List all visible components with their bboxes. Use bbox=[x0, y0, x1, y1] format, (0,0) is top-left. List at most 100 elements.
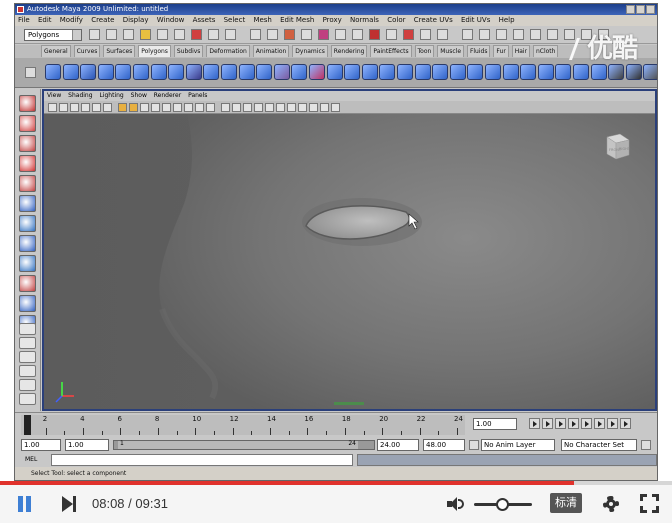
panel-toolbar-icon[interactable] bbox=[298, 103, 307, 112]
shelf-tool-icon[interactable] bbox=[168, 64, 185, 80]
next-icon[interactable] bbox=[60, 495, 78, 513]
maximize-button[interactable] bbox=[636, 5, 645, 14]
shelf-tool-icon[interactable] bbox=[221, 64, 237, 80]
status-line-tool-icon[interactable] bbox=[318, 29, 329, 40]
key-icon[interactable] bbox=[641, 440, 651, 450]
layout-preset-icon[interactable] bbox=[19, 337, 36, 349]
shelf-tool-icon[interactable] bbox=[62, 64, 79, 80]
status-line-tool-icon[interactable] bbox=[284, 29, 295, 40]
shelf-tool-icon[interactable] bbox=[150, 64, 167, 80]
status-line-tool-icon[interactable] bbox=[386, 29, 397, 40]
panel-toolbar-icon[interactable] bbox=[265, 103, 274, 112]
status-line-tool-icon[interactable] bbox=[420, 29, 431, 40]
layout-preset-icon[interactable] bbox=[19, 379, 36, 391]
shelf-tool-icon[interactable] bbox=[273, 64, 290, 80]
shelf-tab-fur[interactable]: Fur bbox=[493, 45, 509, 57]
anim-layer-dropdown[interactable]: No Anim Layer bbox=[481, 439, 555, 451]
panel-menu-lighting[interactable]: Lighting bbox=[99, 92, 123, 99]
panel-toolbar-icon[interactable] bbox=[254, 103, 263, 112]
status-line-tool-icon[interactable] bbox=[157, 29, 168, 40]
panel-toolbar-icon[interactable] bbox=[92, 103, 101, 112]
panel-menu-view[interactable]: View bbox=[47, 92, 61, 99]
volume-slider[interactable] bbox=[474, 498, 532, 511]
panel-toolbar-icon[interactable] bbox=[129, 103, 138, 112]
menu-normals[interactable]: Normals bbox=[350, 16, 379, 24]
status-line-tool-icon[interactable] bbox=[225, 29, 236, 40]
status-line-tool-icon[interactable] bbox=[530, 29, 541, 40]
status-line-tool-icon[interactable] bbox=[496, 29, 507, 40]
character-set-dropdown[interactable]: No Character Set bbox=[561, 439, 637, 451]
panel-toolbar-icon[interactable] bbox=[184, 103, 193, 112]
shelf-tool-icon[interactable] bbox=[361, 64, 378, 80]
panel-toolbar-icon[interactable] bbox=[103, 103, 112, 112]
panel-toolbar-icon[interactable] bbox=[331, 103, 340, 112]
panel-toolbar-icon[interactable] bbox=[206, 103, 215, 112]
shelf-tool-icon[interactable] bbox=[555, 64, 572, 80]
play-backwards-button[interactable] bbox=[568, 418, 579, 429]
panel-toolbar-icon[interactable] bbox=[243, 103, 252, 112]
menu-mesh[interactable]: Mesh bbox=[253, 16, 271, 24]
step-forward-key-button[interactable] bbox=[594, 418, 605, 429]
shelf-tool-icon[interactable] bbox=[397, 64, 413, 80]
panel-toolbar-icon[interactable] bbox=[221, 103, 230, 112]
shelf-tool-icon[interactable] bbox=[537, 64, 554, 80]
fullscreen-icon[interactable] bbox=[640, 494, 659, 513]
anim-prefs-icon[interactable] bbox=[469, 440, 479, 450]
shelf-tool-icon[interactable] bbox=[573, 64, 589, 80]
menu-file[interactable]: File bbox=[18, 16, 30, 24]
menu-window[interactable]: Window bbox=[157, 16, 185, 24]
go-to-end-button[interactable] bbox=[620, 418, 631, 429]
shelf-tab-curves[interactable]: Curves bbox=[73, 45, 101, 57]
shelf-tool-icon[interactable] bbox=[185, 64, 202, 80]
range-slider[interactable]: 1 24 bbox=[113, 440, 375, 450]
tool-box-icon[interactable] bbox=[19, 175, 36, 192]
panel-menu-show[interactable]: Show bbox=[131, 92, 147, 99]
shelf-tool-icon[interactable] bbox=[256, 64, 273, 80]
shelf-tool-icon[interactable] bbox=[520, 64, 537, 80]
panel-toolbar-icon[interactable] bbox=[59, 103, 68, 112]
range-slider-thumb[interactable]: 1 24 bbox=[118, 440, 358, 449]
shelf-tool-icon[interactable] bbox=[115, 64, 132, 80]
tool-box-icon[interactable] bbox=[19, 235, 36, 252]
shelf-tool-icon[interactable] bbox=[238, 64, 255, 80]
status-line-tool-icon[interactable] bbox=[335, 29, 346, 40]
shelf-tab-subdivs[interactable]: Subdivs bbox=[173, 45, 204, 57]
panel-toolbar-icon[interactable] bbox=[140, 103, 149, 112]
shelf-tool-icon[interactable] bbox=[502, 64, 519, 80]
panel-toolbar-icon[interactable] bbox=[195, 103, 204, 112]
shelf-tool-icon[interactable] bbox=[414, 64, 431, 80]
panel-toolbar-icon[interactable] bbox=[320, 103, 329, 112]
menu-set-dropdown[interactable]: Polygons bbox=[24, 29, 82, 41]
menu-proxy[interactable]: Proxy bbox=[323, 16, 342, 24]
shelf-tab-animation[interactable]: Animation bbox=[252, 45, 290, 57]
playback-end-field[interactable]: 24.00 bbox=[377, 439, 419, 451]
shelf-tab-general[interactable]: General bbox=[41, 45, 71, 57]
tool-box-icon[interactable] bbox=[19, 275, 36, 292]
close-button[interactable] bbox=[646, 5, 655, 14]
shelf-tab-surfaces[interactable]: Surfaces bbox=[103, 45, 136, 57]
tool-box-icon[interactable] bbox=[19, 255, 36, 272]
tool-box-icon[interactable] bbox=[19, 155, 36, 172]
shelf-tool-icon[interactable] bbox=[45, 64, 61, 80]
shelf-tool-icon[interactable] bbox=[485, 64, 501, 80]
mel-label[interactable]: MEL bbox=[25, 455, 37, 465]
viewcube[interactable]: FRONT RIGHT bbox=[601, 132, 631, 162]
shelf-menu-icon[interactable] bbox=[25, 67, 36, 78]
status-line-tool-icon[interactable] bbox=[403, 29, 414, 40]
gear-icon[interactable] bbox=[601, 494, 621, 514]
status-line-tool-icon[interactable] bbox=[437, 29, 448, 40]
shelf-tab-rendering[interactable]: Rendering bbox=[330, 45, 368, 57]
shelf-tool-icon[interactable] bbox=[467, 64, 484, 80]
panel-toolbar-icon[interactable] bbox=[48, 103, 57, 112]
layout-preset-icon[interactable] bbox=[19, 323, 36, 335]
minimize-button[interactable] bbox=[626, 5, 635, 14]
shelf-tool-icon[interactable] bbox=[80, 64, 97, 80]
shelf-tool-icon[interactable] bbox=[625, 64, 642, 80]
shelf-tool-icon[interactable] bbox=[97, 64, 114, 80]
volume-slider-knob[interactable] bbox=[496, 498, 509, 511]
panel-toolbar-icon[interactable] bbox=[162, 103, 171, 112]
current-frame-field[interactable]: 1.00 bbox=[473, 418, 517, 430]
end-time-field[interactable]: 48.00 bbox=[423, 439, 465, 451]
step-back-key-button[interactable] bbox=[555, 418, 566, 429]
tool-box-icon[interactable] bbox=[19, 215, 36, 232]
